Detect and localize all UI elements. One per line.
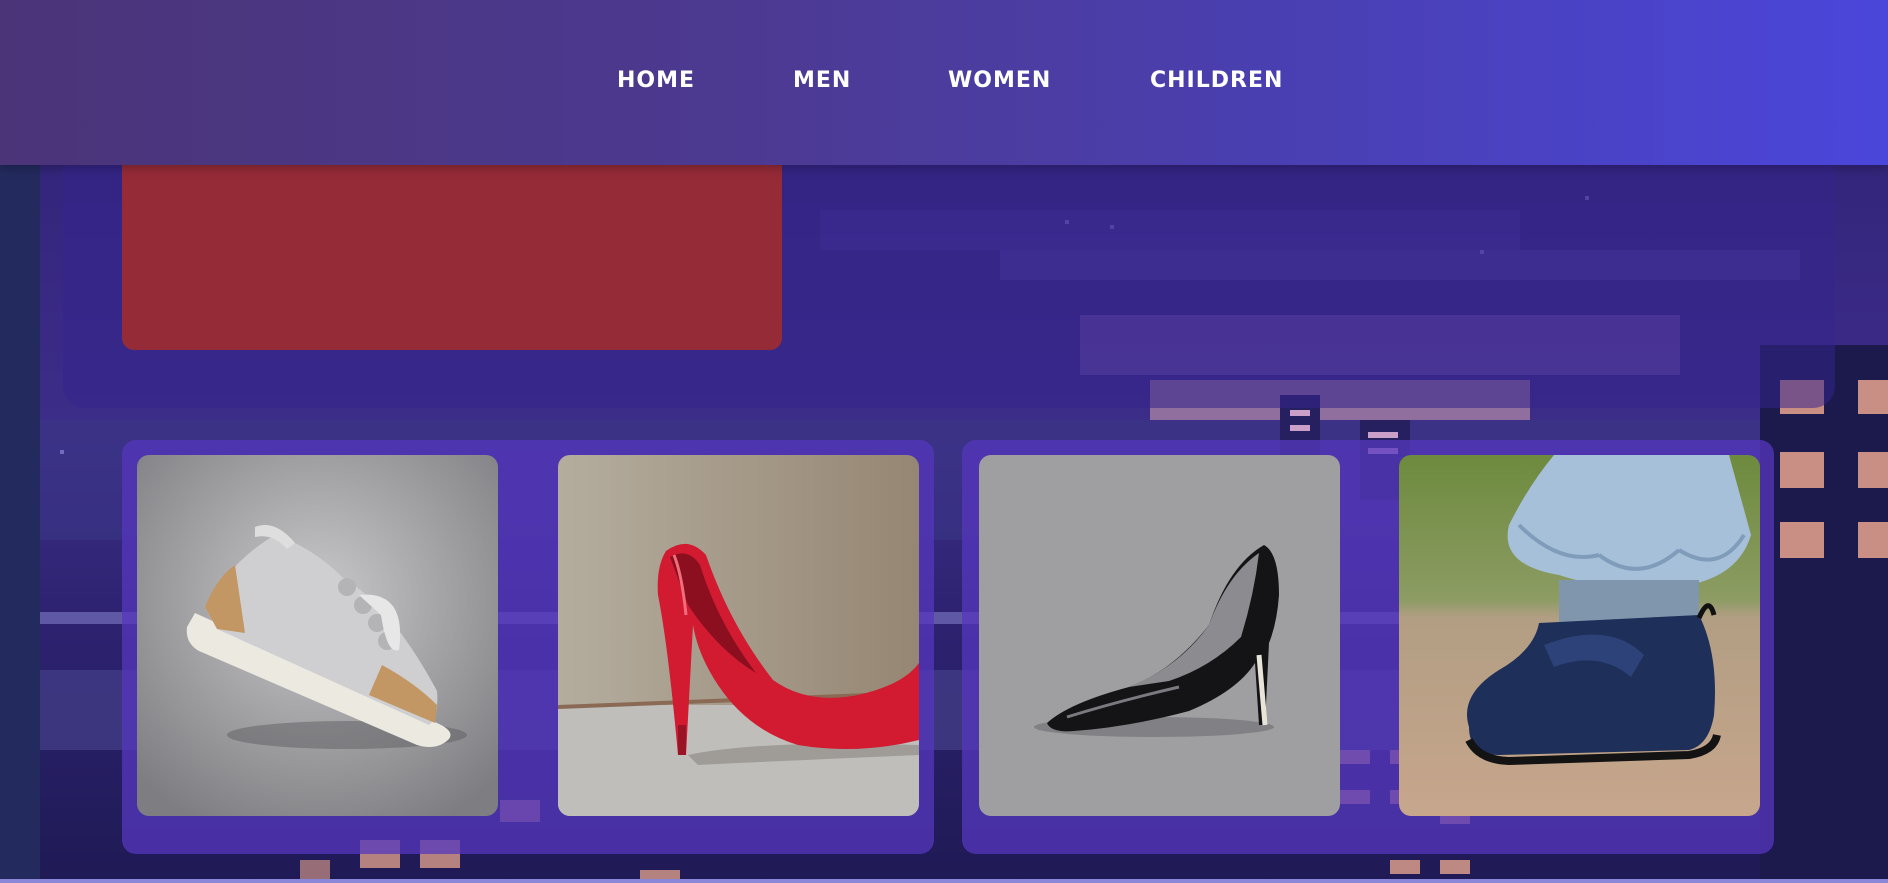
black-patent-pump-image [979,455,1340,816]
product-card-child-boot[interactable] [1399,455,1760,816]
red-stiletto-heel-image [558,455,919,816]
navy-child-boot-image [1399,455,1760,816]
nav-children[interactable]: CHILDREN [1150,62,1283,100]
white-tan-sneaker-image [137,455,498,816]
product-card-sneaker[interactable] [137,455,498,816]
bottom-edge [0,879,1888,883]
site-header: HOME MEN WOMEN CHILDREN [0,0,1888,165]
nav-home[interactable]: HOME [617,62,695,100]
main-nav: HOME MEN WOMEN CHILDREN [0,62,1888,102]
hero-banner [122,140,782,350]
nav-women[interactable]: WOMEN [948,62,1051,100]
product-card-red-heel[interactable] [558,455,919,816]
nav-men[interactable]: MEN [793,62,851,100]
product-card-black-pump[interactable] [979,455,1340,816]
